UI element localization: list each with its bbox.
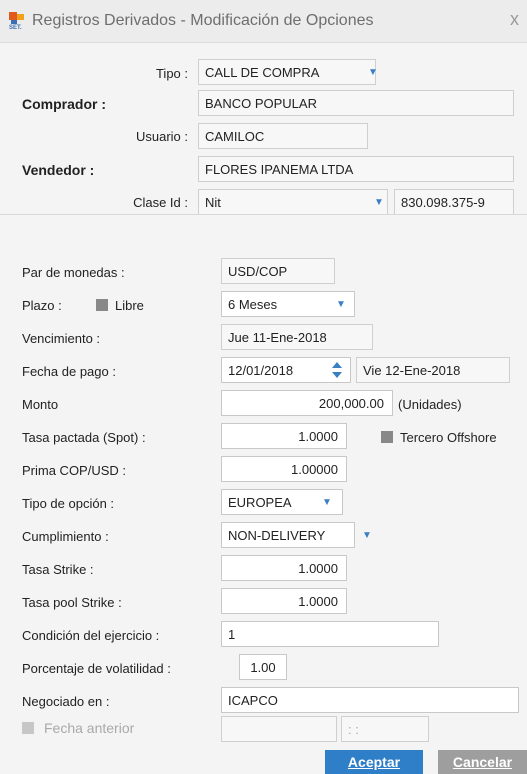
monto-label: Monto [22, 397, 59, 412]
fecha-anterior-time-value: : : [348, 722, 359, 737]
fecha-pago-value: 12/01/2018 [228, 363, 294, 378]
tipo-opcion-value: EUROPEA [228, 495, 292, 510]
fecha-anterior-checkbox[interactable] [22, 722, 34, 734]
pool-input[interactable]: 1.0000 [221, 588, 347, 614]
prima-input[interactable]: 1.00000 [221, 456, 347, 482]
cancelar-button[interactable]: Cancelar [438, 750, 527, 774]
clase-id-field: 830.098.375-9 [394, 189, 514, 215]
volatilidad-input[interactable]: 1.00 [239, 654, 287, 680]
app-icon: SET. [9, 12, 24, 30]
plazo-label: Plazo : [22, 298, 62, 313]
negociado-value: ICAPCO [228, 693, 278, 708]
par-label: Par de monedas : [22, 265, 125, 280]
strike-value: 1.0000 [298, 561, 338, 576]
chevron-down-icon[interactable]: ▼ [360, 529, 374, 543]
plazo-value: 6 Meses [228, 297, 278, 312]
usuario-label: Usuario : [135, 129, 188, 144]
chevron-down-icon[interactable]: ▼ [372, 196, 386, 210]
fecha-pago-label: Fecha de pago : [22, 364, 116, 379]
condicion-input[interactable]: 1 [221, 621, 439, 647]
spinner-icon[interactable] [330, 361, 344, 379]
clase-value: Nit [205, 195, 221, 210]
vencimiento-label: Vencimiento : [22, 331, 101, 346]
cumplimiento-select[interactable]: NON-DELIVERY [221, 522, 355, 548]
vendedor-label: Vendedor : [22, 162, 95, 178]
tipo-value: CALL DE COMPRA [205, 65, 320, 80]
fecha-anterior-date [221, 716, 337, 742]
tasa-spot-label: Tasa pactada (Spot) : [22, 430, 146, 445]
chevron-down-icon[interactable]: ▼ [320, 496, 334, 510]
chevron-down-icon[interactable]: ▼ [366, 66, 380, 80]
aceptar-button[interactable]: Aceptar [325, 750, 423, 774]
pool-label: Tasa pool Strike : [22, 595, 122, 610]
volatilidad-value: 1.00 [250, 660, 276, 675]
vencimiento-field: Jue 11-Ene-2018 [221, 324, 373, 350]
window-title: Registros Derivados - Modificación de Op… [32, 12, 374, 29]
svg-text:SET.: SET. [9, 25, 22, 30]
libre-checkbox[interactable] [96, 299, 108, 311]
negociado-label: Negociado en : [22, 694, 110, 709]
vendedor-value: FLORES IPANEMA LTDA [205, 162, 354, 177]
comprador-label: Comprador : [22, 96, 106, 112]
vencimiento-value: Jue 11-Ene-2018 [228, 330, 327, 345]
chevron-down-icon[interactable]: ▼ [334, 298, 348, 312]
fecha-pago-text-field: Vie 12-Ene-2018 [356, 357, 510, 383]
par-value: USD/COP [228, 264, 288, 279]
monto-input[interactable]: 200,000.00 [221, 390, 393, 416]
negociado-input[interactable]: ICAPCO [221, 687, 519, 713]
tasa-spot-value: 1.0000 [298, 429, 338, 444]
strike-input[interactable]: 1.0000 [221, 555, 347, 581]
condicion-value: 1 [228, 627, 236, 642]
clase-id-number: 830.098.375-9 [401, 195, 485, 210]
condicion-label: Condición del ejercicio : [22, 628, 160, 643]
tercero-label: Tercero Offshore [400, 430, 497, 445]
usuario-value: CAMILOC [205, 129, 265, 144]
tipo-label: Tipo : [155, 66, 188, 81]
close-icon[interactable]: x [510, 9, 519, 30]
usuario-field: CAMILOC [198, 123, 368, 149]
cumplimiento-value: NON-DELIVERY [228, 528, 326, 543]
par-field: USD/COP [221, 258, 335, 284]
fecha-anterior-time: : : [341, 716, 429, 742]
comprador-value: BANCO POPULAR [205, 96, 317, 111]
volatilidad-label: Porcentaje de volatilidad : [22, 661, 171, 676]
pool-value: 1.0000 [298, 594, 338, 609]
tasa-spot-input[interactable]: 1.0000 [221, 423, 347, 449]
comprador-field: BANCO POPULAR [198, 90, 514, 116]
fecha-pago-text: Vie 12-Ene-2018 [363, 363, 461, 378]
libre-label: Libre [115, 298, 144, 313]
divider [0, 214, 527, 215]
cumplimiento-label: Cumplimiento : [22, 529, 109, 544]
tipo-select[interactable]: CALL DE COMPRA [198, 59, 376, 85]
prima-label: Prima COP/USD : [22, 463, 127, 478]
tipo-opcion-label: Tipo de opción : [22, 496, 115, 511]
tercero-checkbox[interactable] [381, 431, 393, 443]
fecha-anterior-label: Fecha anterior [44, 720, 135, 736]
prima-value: 1.00000 [291, 462, 338, 477]
vendedor-field: FLORES IPANEMA LTDA [198, 156, 514, 182]
monto-value: 200,000.00 [318, 396, 384, 411]
clase-label: Clase Id : [133, 195, 188, 210]
strike-label: Tasa Strike : [22, 562, 94, 577]
clase-select[interactable]: Nit [198, 189, 388, 215]
monto-unit: (Unidades) [398, 397, 462, 412]
